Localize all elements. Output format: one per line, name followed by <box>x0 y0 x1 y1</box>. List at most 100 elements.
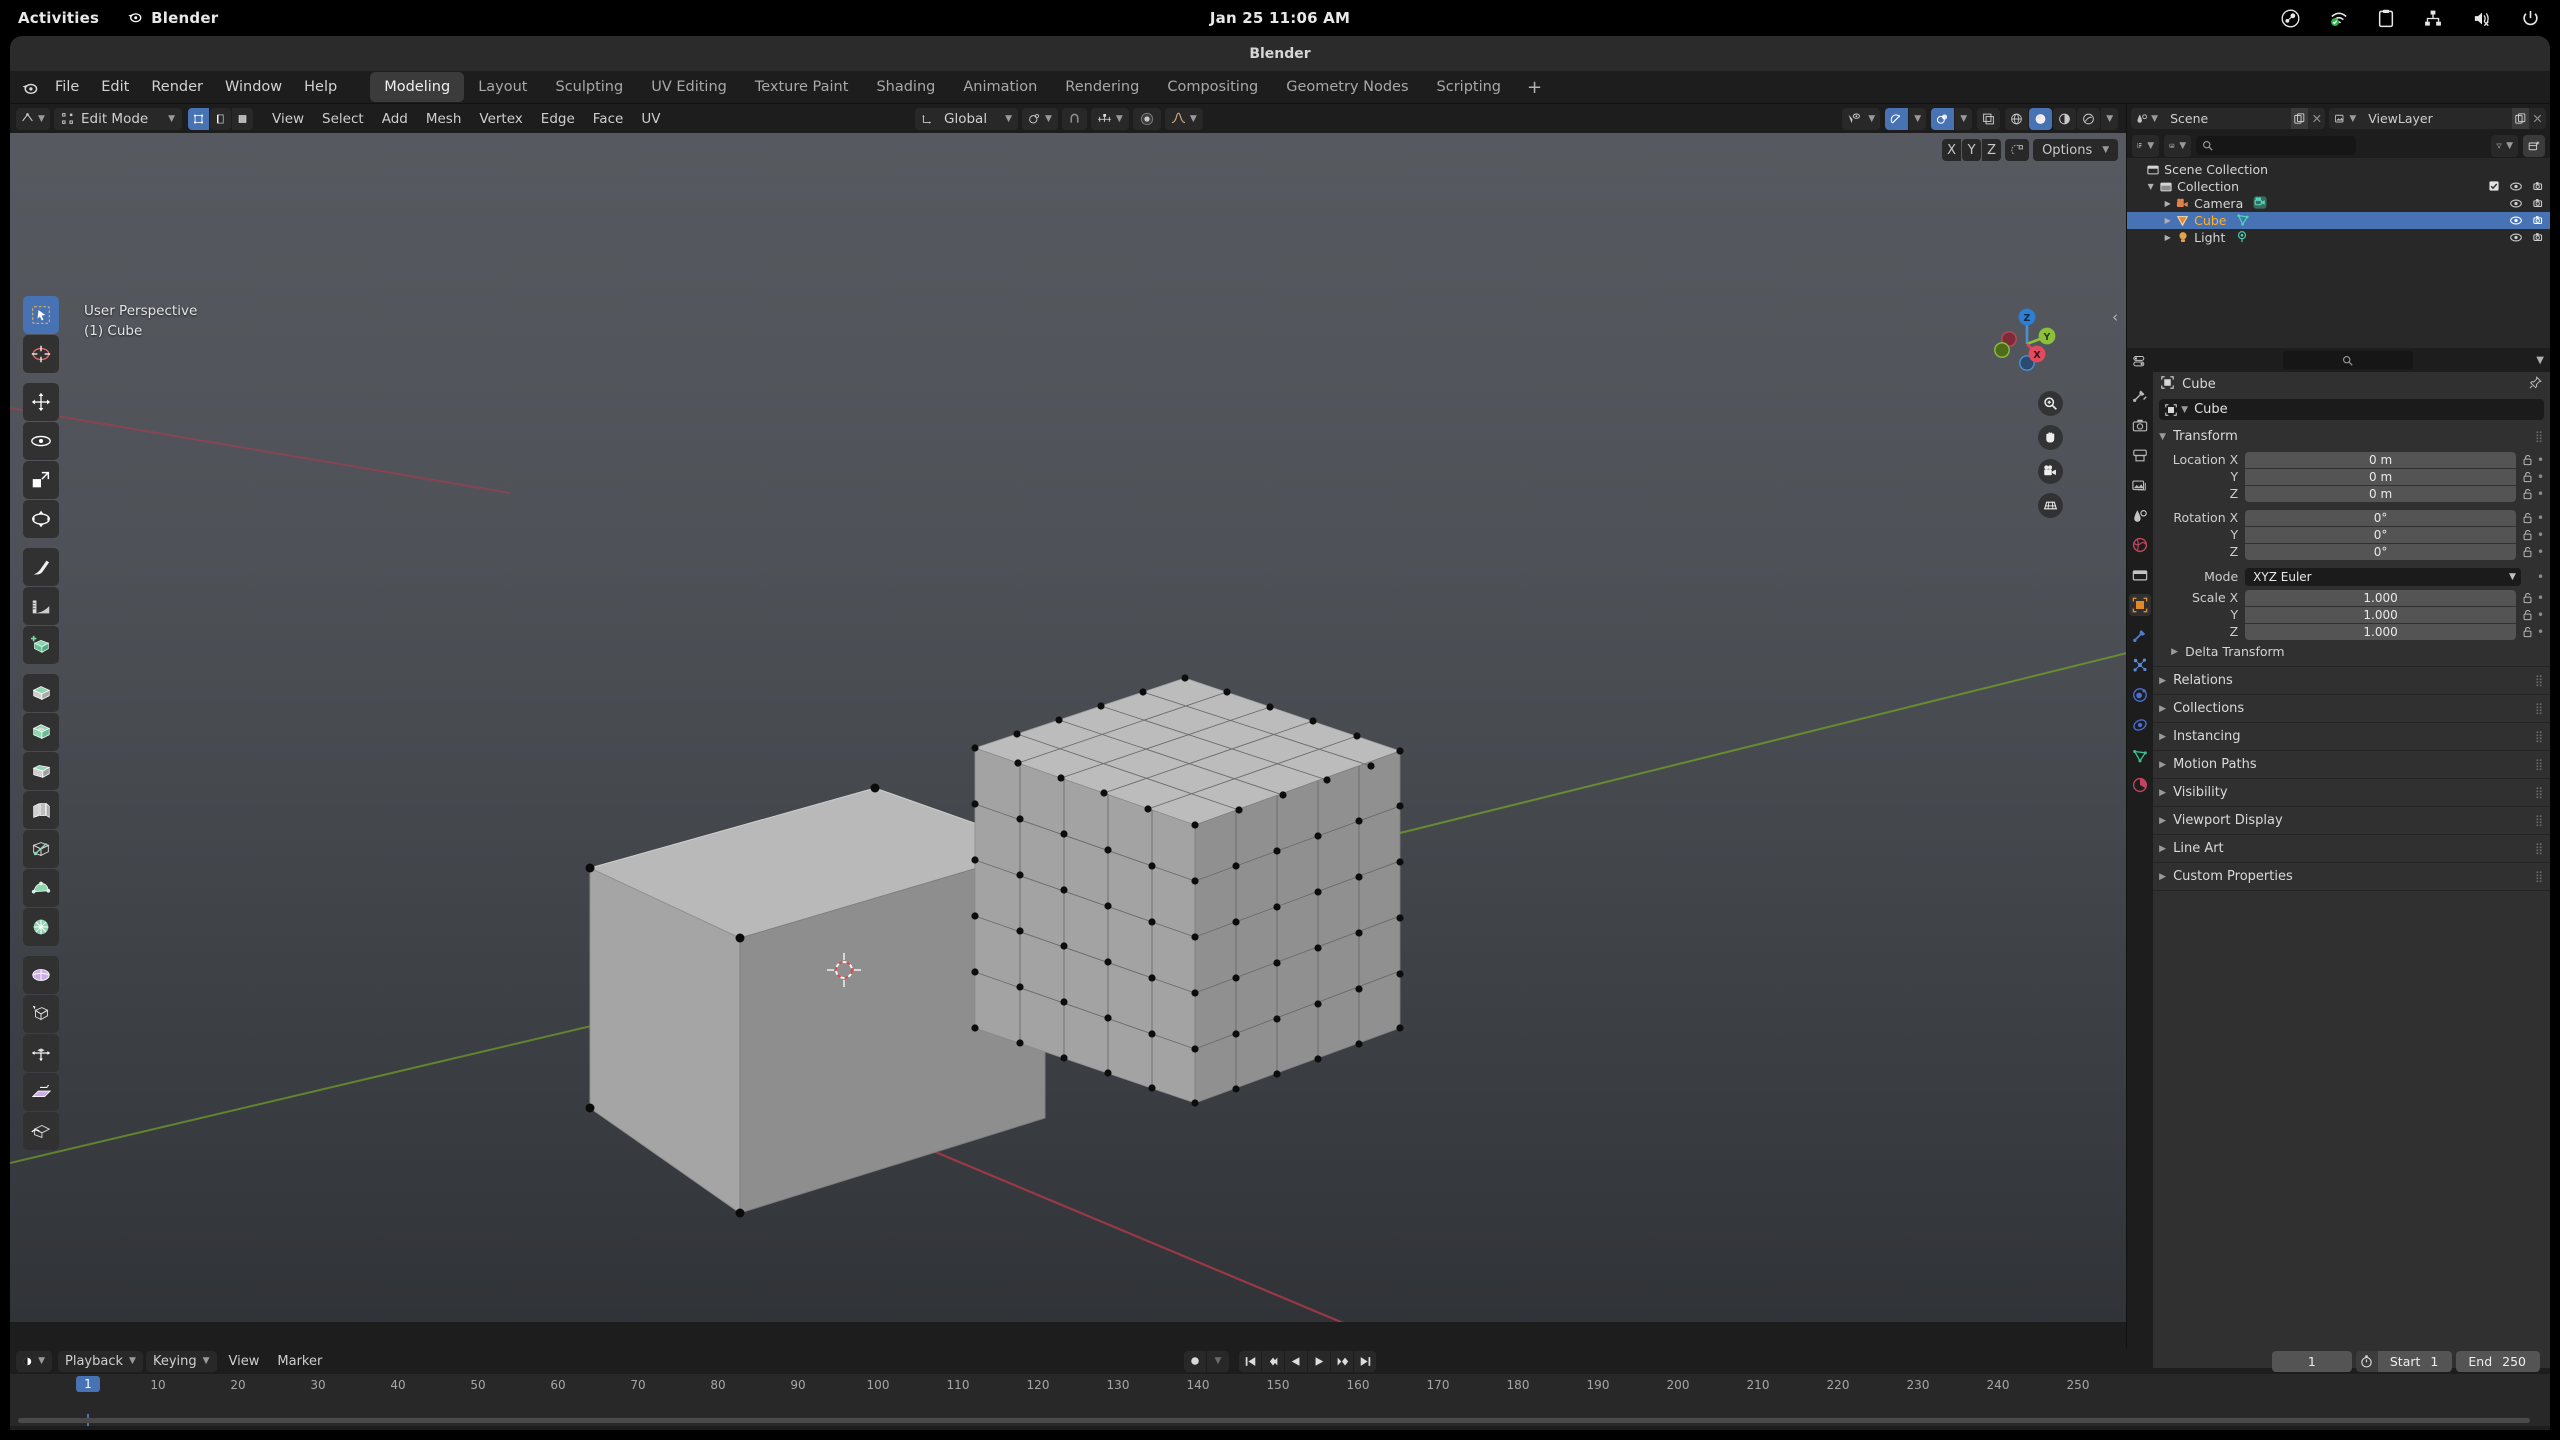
properties-tab-constraints[interactable] <box>2129 714 2151 736</box>
viewport-menu-mesh[interactable]: Mesh <box>417 108 471 130</box>
animate-dot-icon[interactable]: • <box>2535 625 2546 639</box>
zoom-icon[interactable] <box>2038 391 2064 416</box>
tool-scale[interactable] <box>23 461 59 499</box>
expander-icon[interactable]: ▶ <box>2161 216 2174 225</box>
auto-keying-dropdown[interactable]: ▼ <box>1207 1350 1229 1372</box>
animate-dot-icon[interactable]: • <box>2535 470 2546 484</box>
3d-viewport[interactable]: User Perspective (1) Cube Z Y X ‹ X Y Z … <box>10 133 2127 1322</box>
properties-tab-particles[interactable] <box>2129 654 2151 676</box>
field-value[interactable]: 0 m <box>2245 468 2516 485</box>
tool-edge-slide[interactable] <box>23 995 59 1033</box>
outliner-filter-scene-icon[interactable]: ▼ <box>2164 134 2192 157</box>
workspace-tab-modeling[interactable]: Modeling <box>370 72 465 102</box>
eye-icon[interactable] <box>2510 213 2522 228</box>
mirror-options-icon[interactable] <box>2005 139 2030 161</box>
axis-toggle-z[interactable]: Z <box>1982 139 2002 161</box>
toggle-perspective-icon[interactable] <box>2038 493 2064 518</box>
steam-icon[interactable] <box>2281 9 2300 28</box>
workspace-tab-layout[interactable]: Layout <box>464 72 541 102</box>
menu-file[interactable]: File <box>44 74 90 100</box>
camera-render-icon[interactable] <box>2533 196 2545 211</box>
outliner-row-light[interactable]: ▶ Light <box>2127 229 2550 246</box>
lock-icon[interactable] <box>2520 454 2535 466</box>
camera-render-icon[interactable] <box>2533 179 2545 194</box>
field-value[interactable]: 1.000 <box>2245 606 2516 623</box>
viewport-menu-edge[interactable]: Edge <box>532 108 584 130</box>
power-icon[interactable] <box>2521 9 2540 28</box>
shading-wireframe-icon[interactable] <box>2005 107 2029 130</box>
camera-render-icon[interactable] <box>2533 213 2545 228</box>
properties-tab-render[interactable] <box>2129 414 2151 436</box>
axis-toggle-y[interactable]: Y <box>1962 139 1982 161</box>
object-name-field[interactable]: ▼ Cube <box>2159 399 2544 420</box>
tool-extrude-region[interactable] <box>23 674 59 712</box>
lock-icon[interactable] <box>2520 529 2535 541</box>
menu-window[interactable]: Window <box>214 74 293 100</box>
drag-dots-icon[interactable]: ⣿ <box>2535 730 2544 743</box>
drag-dots-icon[interactable]: ⣿ <box>2535 870 2544 883</box>
snap-magnet-icon[interactable] <box>1061 107 1087 130</box>
timeline-body[interactable] <box>10 1396 2550 1430</box>
panel-header-relations[interactable]: ▶ Relations ⣿ <box>2153 670 2550 691</box>
panel-header-motion-paths[interactable]: ▶ Motion Paths ⣿ <box>2153 754 2550 775</box>
lock-icon[interactable] <box>2520 592 2535 604</box>
properties-tab-world[interactable] <box>2129 534 2151 556</box>
expander-icon[interactable]: ▶ <box>2161 199 2174 208</box>
viewlayer-selector[interactable]: ▼ ViewLayer ✕ <box>2329 108 2546 129</box>
panel-header-visibility[interactable]: ▶ Visibility ⣿ <box>2153 782 2550 803</box>
tool-tweak-select[interactable] <box>23 296 59 334</box>
options-dropdown[interactable]: Options ▼ <box>2033 139 2119 161</box>
properties-tab-data[interactable] <box>2129 744 2151 766</box>
jump-to-start-icon[interactable] <box>1239 1350 1261 1372</box>
tool-loop-cut[interactable] <box>23 791 59 829</box>
new-collection-icon[interactable] <box>2523 134 2545 157</box>
animate-dot-icon[interactable]: • <box>2535 608 2546 622</box>
panel-header-viewport-display[interactable]: ▶ Viewport Display ⣿ <box>2153 810 2550 831</box>
lock-icon[interactable] <box>2520 626 2535 638</box>
field-value[interactable]: 0° <box>2245 526 2516 543</box>
shading-dropdown[interactable]: ▼ <box>2101 107 2119 130</box>
axis-toggle-x[interactable]: X <box>1942 139 1962 161</box>
add-workspace-button[interactable]: + <box>1515 75 1554 100</box>
eye-icon[interactable] <box>2510 196 2522 211</box>
workspace-tab-animation[interactable]: Animation <box>949 72 1051 102</box>
xray-toggle-icon[interactable] <box>1977 107 2001 130</box>
tool-inset-faces[interactable] <box>23 713 59 751</box>
play-reverse-icon[interactable] <box>1285 1350 1307 1372</box>
field-value[interactable]: 0 m <box>2245 451 2516 468</box>
gnome-clock[interactable]: Jan 25 11:06 AM <box>1210 9 1350 27</box>
current-frame-field[interactable]: 1 <box>2271 1350 2352 1372</box>
lock-icon[interactable] <box>2520 512 2535 524</box>
workspace-tab-rendering[interactable]: Rendering <box>1051 72 1153 102</box>
shading-solid-icon[interactable] <box>2029 107 2053 130</box>
animate-dot-icon[interactable]: • <box>2535 570 2546 584</box>
lock-icon[interactable] <box>2520 609 2535 621</box>
viewport-menu-uv[interactable]: UV <box>632 108 669 130</box>
workspace-tab-scripting[interactable]: Scripting <box>1423 72 1515 102</box>
properties-tab-output[interactable] <box>2129 444 2151 466</box>
activities-button[interactable]: Activities <box>18 9 99 27</box>
unlink-scene-icon[interactable]: ✕ <box>2308 111 2325 126</box>
overlays-toggle-icon[interactable] <box>1931 107 1955 130</box>
gizmo-toggle-icon[interactable] <box>1885 107 1909 130</box>
tool-move[interactable] <box>23 383 59 421</box>
viewport-menu-vertex[interactable]: Vertex <box>470 108 531 130</box>
frame-start-field[interactable]: Start 1 <box>2377 1350 2453 1372</box>
auto-keying-record-icon[interactable] <box>1184 1350 1206 1372</box>
camera-render-icon[interactable] <box>2533 230 2545 245</box>
wifi-icon[interactable] <box>2329 9 2349 28</box>
window-titlebar[interactable]: Blender <box>10 36 2550 71</box>
outliner-row-camera[interactable]: ▶ Camera <box>2127 195 2550 212</box>
menu-edit[interactable]: Edit <box>90 74 140 100</box>
animate-dot-icon[interactable]: • <box>2535 487 2546 501</box>
tool-transform[interactable] <box>23 500 59 538</box>
clipboard-icon[interactable] <box>2378 9 2394 28</box>
field-value[interactable]: 1.000 <box>2245 623 2516 640</box>
panel-header-instancing[interactable]: ▶ Instancing ⣿ <box>2153 726 2550 747</box>
overlays-dropdown[interactable]: ▼ <box>1955 107 1973 130</box>
workspace-tab-compositing[interactable]: Compositing <box>1153 72 1272 102</box>
light-data-icon[interactable] <box>2235 230 2249 246</box>
object-visibility-dropdown[interactable]: ▼ <box>1842 107 1881 130</box>
scene-selector[interactable]: ▼ Scene ✕ <box>2131 108 2326 129</box>
jump-to-end-icon[interactable] <box>1354 1350 1376 1372</box>
